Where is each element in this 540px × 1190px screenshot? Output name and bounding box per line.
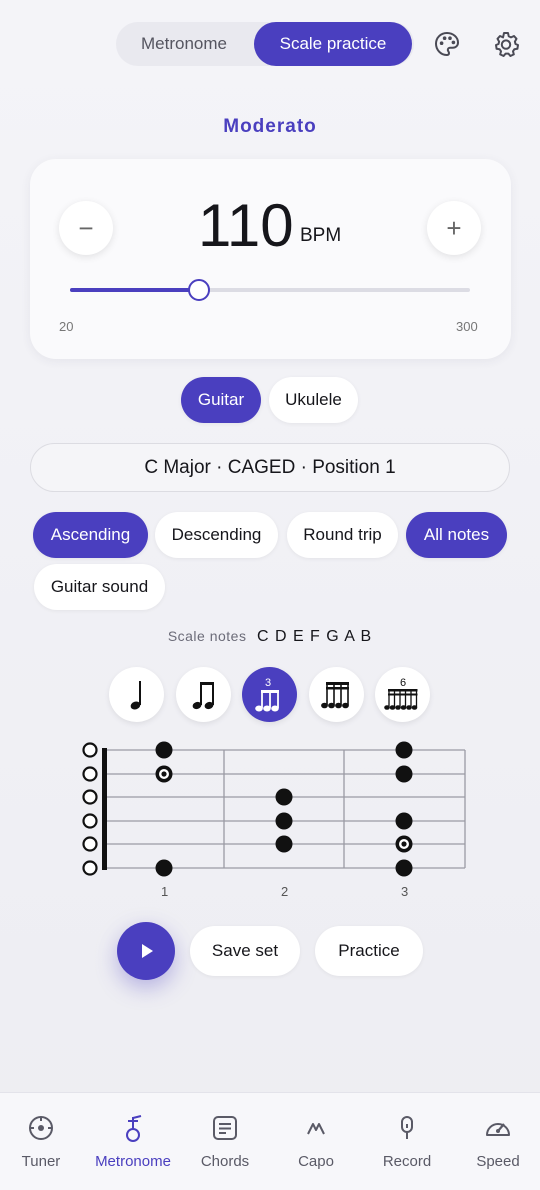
play-button[interactable] (117, 922, 175, 980)
bpm-unit: BPM (300, 225, 342, 246)
tab-metronome[interactable]: Metronome (116, 22, 252, 66)
nav-item-chords[interactable]: Chords (180, 1093, 270, 1190)
bpm-slider-thumb[interactable] (187, 279, 210, 301)
save-set-button[interactable]: Save set (190, 926, 300, 976)
scale-notes-value: C D E F G A B (256, 628, 373, 645)
gear-icon[interactable] (486, 24, 526, 64)
fret-label-2: 2 (281, 884, 289, 899)
nav-item-tuner[interactable]: Tuner (0, 1093, 86, 1190)
microphone-icon (393, 1113, 421, 1143)
option-ascending[interactable]: Ascending (33, 512, 148, 558)
bpm-slider[interactable] (70, 279, 470, 301)
instrument-guitar[interactable]: Guitar (181, 377, 261, 423)
instrument-ukulele[interactable]: Ukulele (269, 377, 358, 423)
sixteenth-notes-icon[interactable] (309, 667, 364, 722)
scale-note-dots (155, 741, 413, 877)
speedometer-icon (483, 1113, 513, 1143)
option-guitar-sound[interactable]: Guitar sound (34, 564, 165, 610)
open-string-markers (82, 742, 98, 876)
nav-label-chords: Chords (200, 1153, 250, 1170)
bpm-max-label: 300 (456, 319, 478, 334)
nav-item-capo[interactable]: Capo (271, 1093, 361, 1190)
nav-item-metronome[interactable]: Metronome (88, 1093, 178, 1190)
play-icon (142, 944, 153, 958)
mode-segmented-control: Metronome Scale practice (116, 22, 414, 66)
fret-label-1: 1 (161, 884, 169, 899)
nav-label-speed: Speed (476, 1153, 520, 1170)
triplet-number: 3 (264, 677, 270, 689)
capo-icon (302, 1113, 330, 1143)
nav-label-tuner: Tuner (21, 1153, 61, 1170)
eighth-notes-icon[interactable] (176, 667, 231, 722)
sextuplet-icon[interactable]: 6 (375, 667, 430, 722)
triplet-icon[interactable]: 3 (242, 667, 297, 722)
bpm-slider-fill (70, 288, 199, 292)
increase-bpm-button[interactable]: + (427, 201, 481, 255)
decrease-bpm-button[interactable]: − (59, 201, 113, 255)
nut (102, 748, 107, 870)
tempo-name: Moderato (223, 116, 317, 137)
option-descending[interactable]: Descending (155, 512, 278, 558)
bpm-card: − + 110 BPM 20 300 (30, 159, 511, 359)
nav-item-speed[interactable]: Speed (453, 1093, 540, 1190)
scale-selector[interactable]: C Major · CAGED · Position 1 (30, 443, 510, 492)
fret-label-3: 3 (401, 884, 409, 899)
scale-notes: Scale notes C D E F G A B (0, 628, 540, 646)
nav-label-capo: Capo (298, 1153, 334, 1170)
practice-button[interactable]: Practice (315, 926, 423, 976)
quarter-note-icon[interactable] (109, 667, 164, 722)
scale-notes-label: Scale notes (167, 628, 247, 644)
nav-label-record: Record (382, 1153, 432, 1170)
bpm-value: 110 (198, 192, 294, 259)
bpm-min-label: 20 (59, 319, 74, 334)
tab-scale-practice[interactable]: Scale practice (254, 22, 412, 66)
bottom-navigation: Tuner Metronome Chords Capo Record Speed (0, 1092, 540, 1190)
fretboard-diagram (82, 741, 466, 877)
option-round-trip[interactable]: Round trip (287, 512, 398, 558)
metronome-icon (119, 1113, 147, 1143)
nav-label-metronome: Metronome (95, 1153, 171, 1170)
option-all-notes[interactable]: All notes (406, 512, 507, 558)
sextuplet-number: 6 (399, 677, 405, 689)
palette-icon[interactable] (427, 24, 467, 64)
tuner-icon (27, 1113, 55, 1143)
nav-item-record[interactable]: Record (362, 1093, 452, 1190)
chords-icon (211, 1113, 239, 1143)
